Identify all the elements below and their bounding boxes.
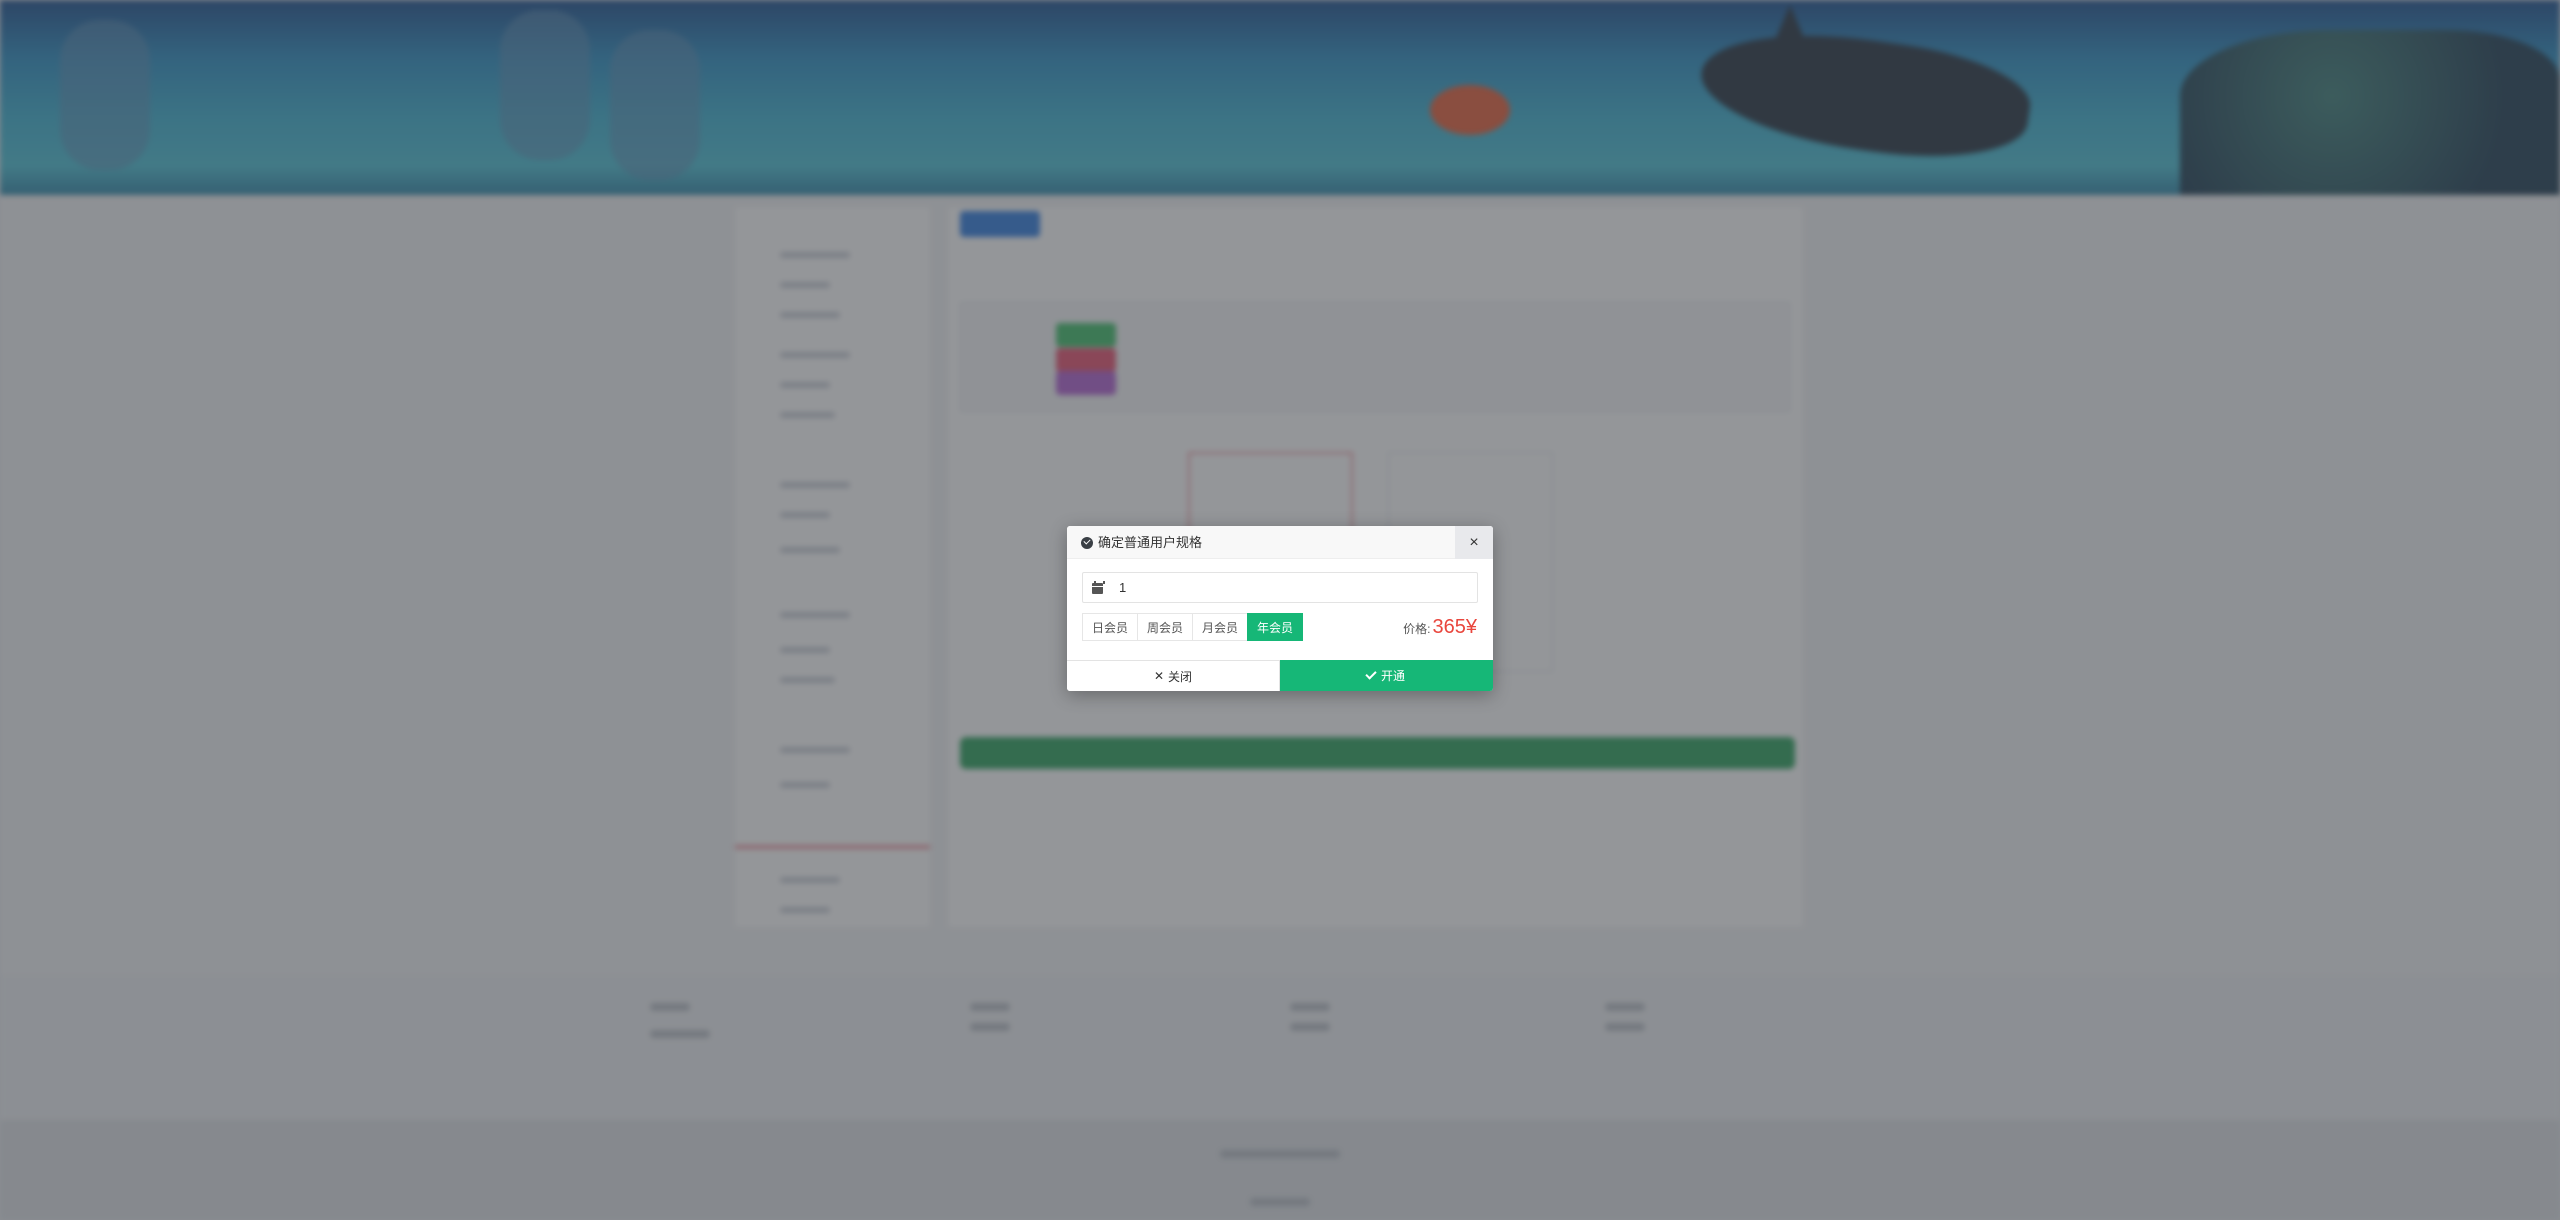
confirm-button-label: 开通 bbox=[1380, 669, 1405, 683]
price-display: 价格: 365¥ bbox=[1403, 613, 1477, 641]
dialog-footer: ✕ 关闭 开通 bbox=[1067, 660, 1493, 691]
x-icon: ✕ bbox=[1153, 669, 1165, 683]
price-value: 365¥ bbox=[1432, 616, 1478, 638]
plan-option-week[interactable]: 周会员 bbox=[1137, 613, 1194, 641]
close-button-label: 关闭 bbox=[1168, 669, 1193, 684]
dialog-title-text: 确定普通用户规格 bbox=[1098, 535, 1203, 550]
dialog-header: 确定普通用户规格 × bbox=[1067, 526, 1493, 559]
membership-dialog: 确定普通用户规格 × 日会员 周会员 月会员 年会员 价格: 365¥ ✕ 关闭… bbox=[1067, 526, 1493, 691]
close-icon[interactable]: × bbox=[1455, 526, 1493, 559]
calendar-icon bbox=[1092, 581, 1105, 594]
plan-option-year[interactable]: 年会员 bbox=[1247, 613, 1304, 641]
plan-selector: 日会员 周会员 月会员 年会员 bbox=[1082, 613, 1304, 641]
confirm-button[interactable]: 开通 bbox=[1280, 660, 1493, 691]
checkmark-icon bbox=[1365, 668, 1377, 680]
quantity-field[interactable] bbox=[1082, 572, 1478, 603]
check-circle-icon bbox=[1081, 536, 1093, 549]
plan-option-month[interactable]: 月会员 bbox=[1192, 613, 1249, 641]
dialog-title: 确定普通用户规格 bbox=[1081, 526, 1202, 559]
close-button[interactable]: ✕ 关闭 bbox=[1067, 660, 1280, 691]
quantity-input[interactable] bbox=[1119, 573, 1469, 602]
price-label: 价格: bbox=[1403, 622, 1431, 636]
plan-option-day[interactable]: 日会员 bbox=[1082, 613, 1139, 641]
